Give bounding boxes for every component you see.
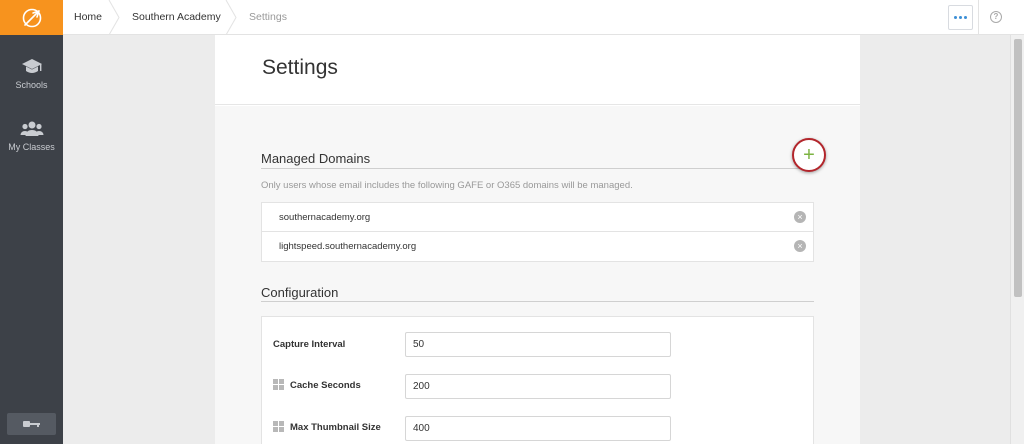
compass-logo-icon — [22, 8, 41, 27]
configuration-title: Configuration — [261, 285, 339, 300]
breadcrumb-separator-icon — [108, 0, 120, 35]
list-item: southernacademy.org × — [262, 203, 813, 232]
card-header: Settings — [215, 35, 860, 105]
section-divider — [261, 301, 814, 302]
key-icon — [22, 421, 40, 427]
app-logo[interactable] — [0, 0, 63, 35]
graduation-cap-icon — [21, 59, 42, 73]
breadcrumb-current: Settings — [249, 11, 287, 23]
breadcrumb-school[interactable]: Southern Academy — [132, 0, 221, 35]
ellipsis-dot — [964, 16, 967, 19]
windows-icon — [273, 379, 284, 390]
scrollbar-thumb[interactable] — [1014, 39, 1022, 297]
configuration-panel: Capture Interval Cache Seconds Max Thumb… — [261, 316, 814, 444]
ellipsis-icon — [954, 16, 957, 19]
sidebar-item-label: Schools — [15, 80, 48, 90]
capture-interval-input[interactable] — [405, 332, 671, 357]
add-domain-button[interactable]: + — [792, 138, 826, 172]
section-divider — [261, 168, 814, 169]
capture-interval-label: Capture Interval — [273, 339, 346, 350]
breadcrumb-separator-icon — [225, 0, 237, 35]
help-icon[interactable]: ? — [990, 11, 1002, 23]
page-scrollbar[interactable] — [1010, 35, 1024, 444]
breadcrumb-home[interactable]: Home — [74, 0, 102, 35]
domain-name: lightspeed.southernacademy.org — [279, 241, 417, 252]
divider — [978, 0, 979, 35]
users-icon — [20, 121, 43, 136]
cache-seconds-label: Cache Seconds — [290, 380, 361, 391]
sidebar-item-label: My Classes — [8, 142, 55, 152]
settings-card: Settings Managed Domains + Only users wh… — [215, 35, 860, 444]
sidebar: Schools My Classes — [0, 0, 63, 444]
max-thumbnail-size-label: Max Thumbnail Size — [290, 422, 381, 433]
more-options-button[interactable] — [948, 5, 973, 30]
domain-list: southernacademy.org × lightspeed.souther… — [261, 202, 814, 262]
max-thumbnail-size-input[interactable] — [405, 416, 671, 441]
domain-name: southernacademy.org — [279, 212, 371, 223]
ellipsis-dot — [959, 16, 962, 19]
list-item: lightspeed.southernacademy.org × — [262, 232, 813, 261]
cache-seconds-input[interactable] — [405, 374, 671, 399]
remove-icon[interactable]: × — [794, 211, 806, 223]
sidebar-item-my-classes[interactable]: My Classes — [0, 120, 63, 152]
page-title: Settings — [262, 56, 338, 79]
sidebar-item-schools[interactable]: Schools — [0, 58, 63, 90]
windows-icon — [273, 421, 284, 432]
remove-icon[interactable]: × — [794, 240, 806, 252]
managed-domains-title: Managed Domains — [261, 151, 371, 166]
top-bar: Home Southern Academy Settings ? — [63, 0, 1024, 35]
managed-domains-hint: Only users whose email includes the foll… — [261, 180, 633, 191]
logout-button[interactable] — [7, 413, 56, 435]
